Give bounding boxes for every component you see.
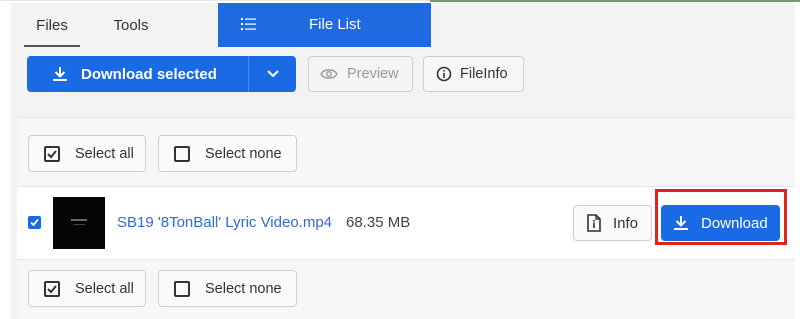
select-none-label: Select none [205, 280, 282, 297]
info-label: Info [613, 214, 639, 232]
download-icon [53, 67, 67, 81]
select-none-label: Select none [205, 145, 282, 162]
tab-file-list-label: File List [309, 16, 361, 33]
select-none-button[interactable]: Select none [158, 270, 297, 307]
download-options-dropdown[interactable] [249, 56, 296, 92]
tab-tools[interactable]: Tools [109, 3, 153, 47]
file-list: Select all Select none SB19 '8TonBall' L… [17, 117, 795, 319]
select-all-button[interactable]: Select all [28, 270, 146, 307]
checked-box-icon [44, 280, 60, 297]
fileinfo-label: FileInfo [460, 66, 508, 82]
top-accent-rule [430, 0, 800, 2]
video-thumbnail [53, 197, 105, 249]
info-button[interactable]: Info [573, 205, 652, 241]
tab-file-list[interactable]: File List [218, 3, 431, 47]
download-icon [674, 216, 688, 230]
file-panel: Files Tools File List Download selected [11, 3, 795, 319]
file-row: SB19 '8TonBall' Lyric Video.mp4 68.35 MB… [17, 186, 795, 260]
list-icon [241, 18, 256, 30]
empty-box-icon [174, 145, 190, 162]
file-size: 68.35 MB [346, 214, 411, 231]
tab-bar: Files Tools File List [11, 3, 795, 47]
selection-bar-bottom: Select all Select none [17, 260, 795, 319]
download-label: Download [701, 214, 768, 232]
preview-label: Preview [347, 66, 399, 82]
download-selected-button[interactable]: Download selected [27, 56, 248, 92]
fileinfo-button[interactable]: FileInfo [423, 56, 524, 92]
empty-box-icon [174, 280, 190, 297]
checked-box-icon [44, 145, 60, 162]
tab-tools-label: Tools [113, 16, 149, 34]
selection-bar-top: Select all Select none [17, 118, 795, 186]
select-all-button[interactable]: Select all [28, 135, 146, 172]
file-checkbox[interactable] [28, 216, 41, 229]
thumbnail-mark [71, 219, 87, 221]
eye-icon [320, 69, 338, 79]
checkmark-icon [30, 218, 39, 227]
info-circle-icon [436, 66, 452, 82]
download-selected-split-button: Download selected [27, 56, 296, 92]
tab-files-label: Files [36, 16, 68, 34]
chevron-down-icon [266, 70, 279, 78]
download-button[interactable]: Download [661, 205, 780, 241]
preview-button[interactable]: Preview [308, 56, 413, 92]
select-all-label: Select all [75, 145, 134, 162]
download-selected-label: Download selected [81, 65, 217, 83]
toolbar: Download selected Preview FileInfo [11, 47, 795, 99]
tab-files[interactable]: Files [24, 3, 80, 47]
file-info-icon [587, 214, 601, 232]
select-none-button[interactable]: Select none [158, 135, 297, 172]
thumbnail-mark [73, 224, 85, 225]
select-all-label: Select all [75, 280, 134, 297]
file-name-link[interactable]: SB19 '8TonBall' Lyric Video.mp4 [117, 214, 332, 231]
